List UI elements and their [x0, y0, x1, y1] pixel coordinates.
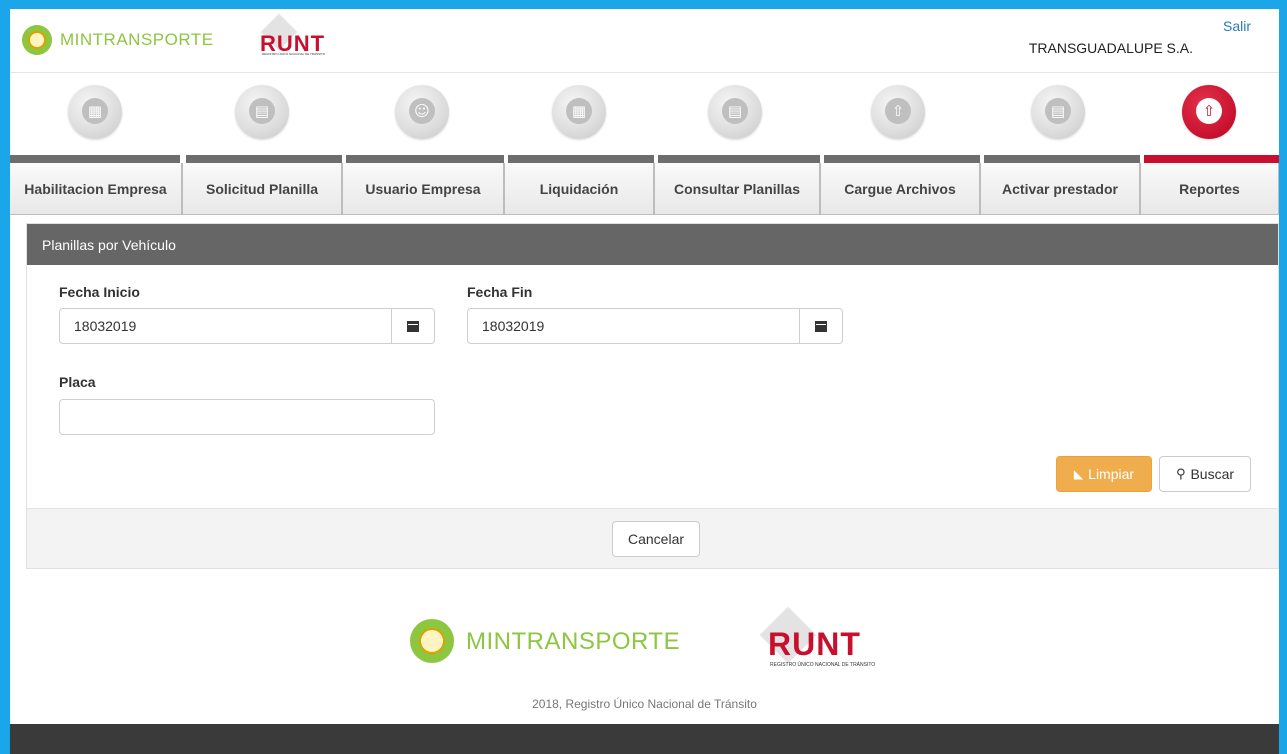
limpiar-button-label: Limpiar: [1088, 466, 1135, 482]
nav-icon-circle: ⇧: [871, 85, 925, 139]
window-frame-left: [0, 0, 10, 754]
footer-runt-logo: RUNT REGISTRO ÚNICO NACIONAL DE TRÁNSITO: [750, 606, 910, 679]
nav-label[interactable]: Consultar Planillas: [654, 163, 820, 215]
nav-icon-circle: ▦: [552, 85, 606, 139]
nav-item-usuario-empresa[interactable]: ☺ Usuario Empresa: [342, 73, 504, 215]
nav-indicator-bar: [984, 155, 1140, 163]
placa-input[interactable]: [59, 399, 435, 435]
main-nav: ▦ Habilitacion Empresa ▤ Solicitud Plani…: [10, 73, 1279, 215]
search-icon: ⚲: [1175, 466, 1186, 482]
nav-indicator-bar: [824, 155, 980, 163]
fecha-fin-field[interactable]: 18032019: [467, 308, 843, 344]
calculator-icon: ▦: [566, 98, 592, 124]
nav-item-activar-prestador[interactable]: ▤ Activar prestador: [980, 73, 1140, 215]
buscar-button-label: Buscar: [1190, 466, 1235, 482]
cloud-upload-icon: ⇧: [885, 98, 911, 124]
buscar-button[interactable]: ⚲ Buscar: [1159, 456, 1251, 492]
nav-icon-circle: ☺: [395, 85, 449, 139]
calendar-button[interactable]: [391, 309, 434, 343]
colombia-seal-icon: [22, 25, 52, 55]
nav-indicator-bar: [186, 155, 342, 163]
document-icon: ▤: [249, 98, 275, 124]
calendar-icon: [815, 320, 827, 332]
nav-label[interactable]: Usuario Empresa: [342, 163, 504, 215]
footer-runt-logo-text: RUNT: [768, 626, 861, 662]
document-icon: ▤: [1045, 98, 1071, 124]
nav-indicator-bar-active: [1144, 155, 1279, 163]
fecha-fin-value: 18032019: [482, 318, 545, 334]
nav-item-reportes[interactable]: ⇧ Reportes: [1140, 73, 1279, 215]
nav-item-cargue-archivos[interactable]: ⇧ Cargue Archivos: [820, 73, 980, 215]
nav-item-solicitud-planilla[interactable]: ▤ Solicitud Planilla: [182, 73, 342, 215]
fecha-inicio-value: 18032019: [74, 318, 137, 334]
building-icon: ▦: [82, 98, 108, 124]
nav-indicator-bar: [658, 155, 820, 163]
runt-logo-subtitle: REGISTRO ÚNICO NACIONAL DE TRÁNSITO: [262, 52, 326, 56]
nav-icon-circle-active: ⇧: [1182, 85, 1236, 139]
nav-icon-circle: ▤: [235, 85, 289, 139]
copyright-text: 2018, Registro Único Nacional de Tránsit…: [532, 697, 757, 711]
calendar-button[interactable]: [799, 309, 842, 343]
fecha-inicio-field[interactable]: 18032019: [59, 308, 435, 344]
nav-icon-circle: ▦: [68, 85, 122, 139]
document-search-icon: ▤: [722, 98, 748, 124]
footer-logos: MINTRANSPORTE RUNT REGISTRO ÚNICO NACION…: [410, 606, 910, 681]
mintransporte-logo: MINTRANSPORTE: [22, 25, 214, 55]
nav-item-liquidacion[interactable]: ▦ Liquidación: [504, 73, 654, 215]
calendar-icon: [407, 320, 419, 332]
mintransporte-logo-text: MINTRANSPORTE: [60, 30, 214, 49]
footer-mintransporte-logo: MINTRANSPORTE: [466, 628, 681, 655]
nav-indicator-bar: [10, 155, 180, 163]
nav-label[interactable]: Cargue Archivos: [820, 163, 980, 215]
app: MINTRANSPORTE RUNT REGISTRO ÚNICO NACION…: [10, 9, 1279, 754]
nav-label[interactable]: Solicitud Planilla: [182, 163, 342, 215]
planillas-panel: Planillas por Vehículo Fecha Inicio 1803…: [26, 223, 1279, 569]
user-icon: ☺: [409, 98, 435, 124]
nav-indicator-bar: [346, 155, 504, 163]
fecha-inicio-label: Fecha Inicio: [59, 284, 140, 300]
fecha-fin-label: Fecha Fin: [467, 284, 533, 300]
nav-label[interactable]: Habilitacion Empresa: [10, 163, 182, 215]
eraser-icon: ◣: [1073, 467, 1084, 481]
nav-item-habilitacion-empresa[interactable]: ▦ Habilitacion Empresa: [10, 73, 182, 215]
window-frame-top: [0, 0, 1287, 9]
footer-runt-logo-subtitle: REGISTRO ÚNICO NACIONAL DE TRÁNSITO: [770, 662, 876, 668]
nav-label[interactable]: Liquidación: [504, 163, 654, 215]
nav-icon-circle: ▤: [1031, 85, 1085, 139]
header: MINTRANSPORTE RUNT REGISTRO ÚNICO NACION…: [10, 9, 1279, 73]
bottom-bar: [10, 724, 1279, 754]
nav-item-consultar-planillas[interactable]: ▤ Consultar Planillas: [654, 73, 820, 215]
nav-label[interactable]: Reportes: [1140, 163, 1279, 215]
cancelar-button[interactable]: Cancelar: [612, 521, 700, 557]
nav-label[interactable]: Activar prestador: [980, 163, 1140, 215]
placa-label: Placa: [59, 374, 96, 390]
limpiar-button[interactable]: ◣ Limpiar: [1056, 456, 1152, 492]
colombia-seal-icon: [410, 619, 454, 663]
runt-logo: RUNT REGISTRO ÚNICO NACIONAL DE TRÁNSITO: [256, 13, 366, 59]
company-name: TRANSGUADALUPE S.A.: [1028, 40, 1193, 56]
logout-link[interactable]: Salir: [1223, 18, 1251, 34]
panel-footer: Cancelar: [27, 508, 1278, 568]
panel-title: Planillas por Vehículo: [27, 224, 1278, 265]
cancelar-button-label: Cancelar: [627, 531, 685, 547]
nav-icon-circle: ▤: [708, 85, 762, 139]
window-frame-right: [1279, 0, 1287, 754]
cloud-upload-icon: ⇧: [1196, 98, 1222, 124]
nav-indicator-bar: [508, 155, 654, 163]
